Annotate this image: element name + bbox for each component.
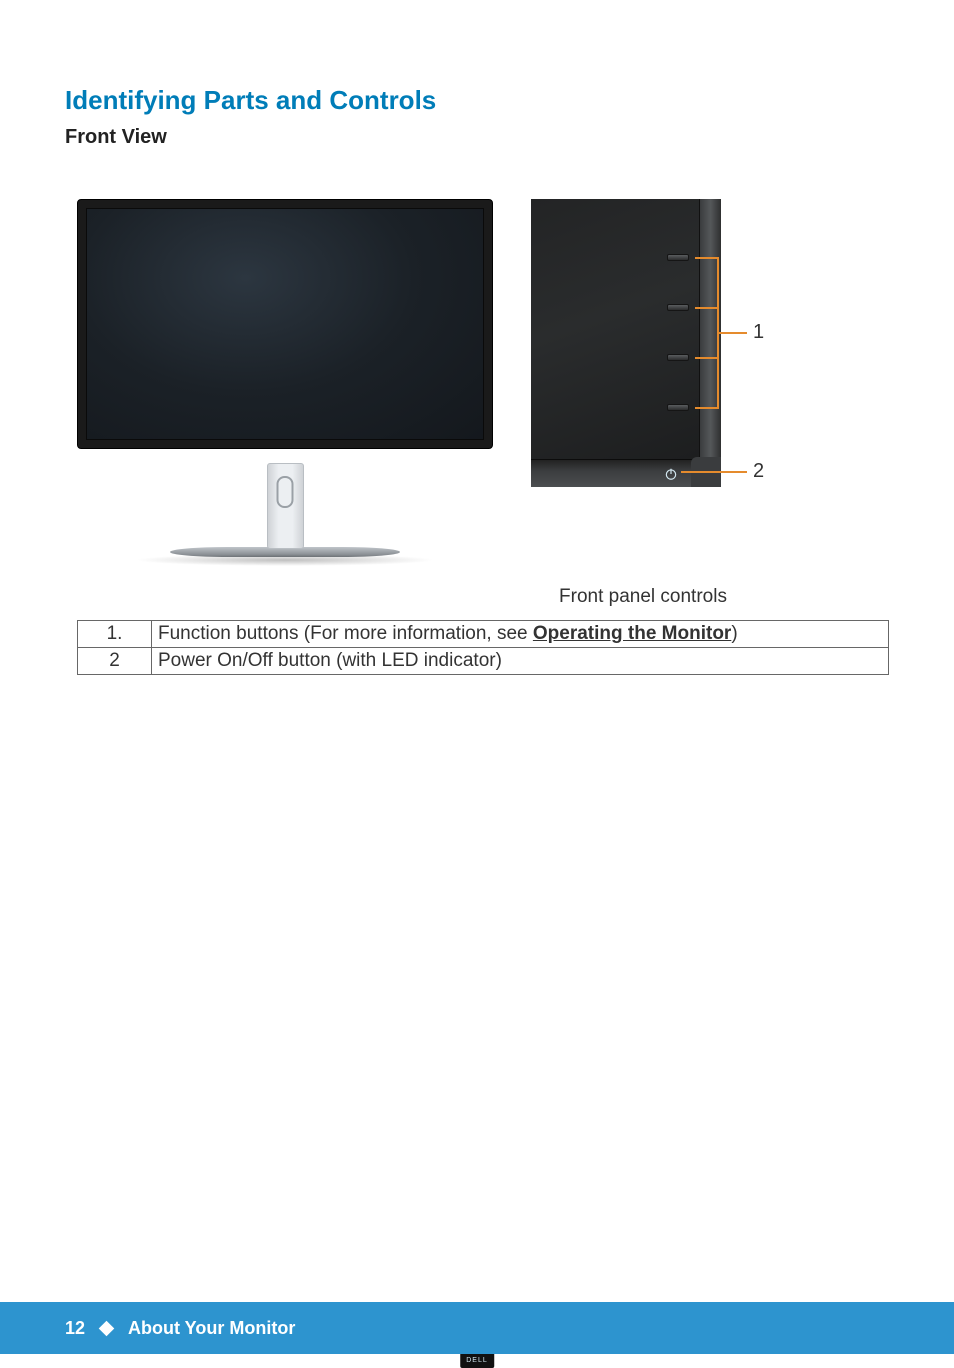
table-cell-number: 2: [78, 648, 152, 675]
table-cell-number: 1.: [78, 621, 152, 648]
function-button-icon: [667, 404, 689, 411]
table-cell-description: Function buttons (For more information, …: [152, 621, 889, 648]
desc-suffix: ): [731, 623, 737, 644]
monitor-stand-neck: [267, 463, 304, 549]
page-number: 12: [65, 1318, 85, 1339]
function-button-icon: [667, 354, 689, 361]
callout-line: [717, 332, 747, 334]
callout-label-2: 2: [753, 460, 764, 483]
dell-logo: DELL: [460, 1354, 494, 1368]
section-heading: Identifying Parts and Controls: [65, 85, 889, 116]
function-button-icon: [667, 304, 689, 311]
figure-row: DELL: [77, 199, 889, 566]
subheading-front-view: Front View: [65, 126, 889, 149]
page-footer: 12 About Your Monitor: [0, 1302, 954, 1354]
monitor-screen: [86, 208, 484, 440]
monitor-shadow: [135, 554, 435, 566]
front-panel-closeup: 1 2: [531, 199, 801, 487]
parts-table: 1. Function buttons (For more informatio…: [77, 620, 889, 675]
monitor-bezel: [77, 199, 493, 449]
desc-prefix: Function buttons (For more information, …: [158, 623, 533, 644]
power-icon: [664, 467, 678, 481]
monitor-front-illustration: DELL: [77, 199, 493, 566]
footer-section-title: About Your Monitor: [128, 1318, 295, 1339]
table-row: 1. Function buttons (For more informatio…: [78, 621, 889, 648]
callout-label-1: 1: [753, 321, 764, 344]
operating-the-monitor-link[interactable]: Operating the Monitor: [533, 623, 731, 644]
figure-caption: Front panel controls: [533, 586, 753, 608]
table-row: 2 Power On/Off button (with LED indicato…: [78, 648, 889, 675]
function-button-icon: [667, 254, 689, 261]
diamond-bullet-icon: [99, 1320, 115, 1336]
table-cell-description: Power On/Off button (with LED indicator): [152, 648, 889, 675]
